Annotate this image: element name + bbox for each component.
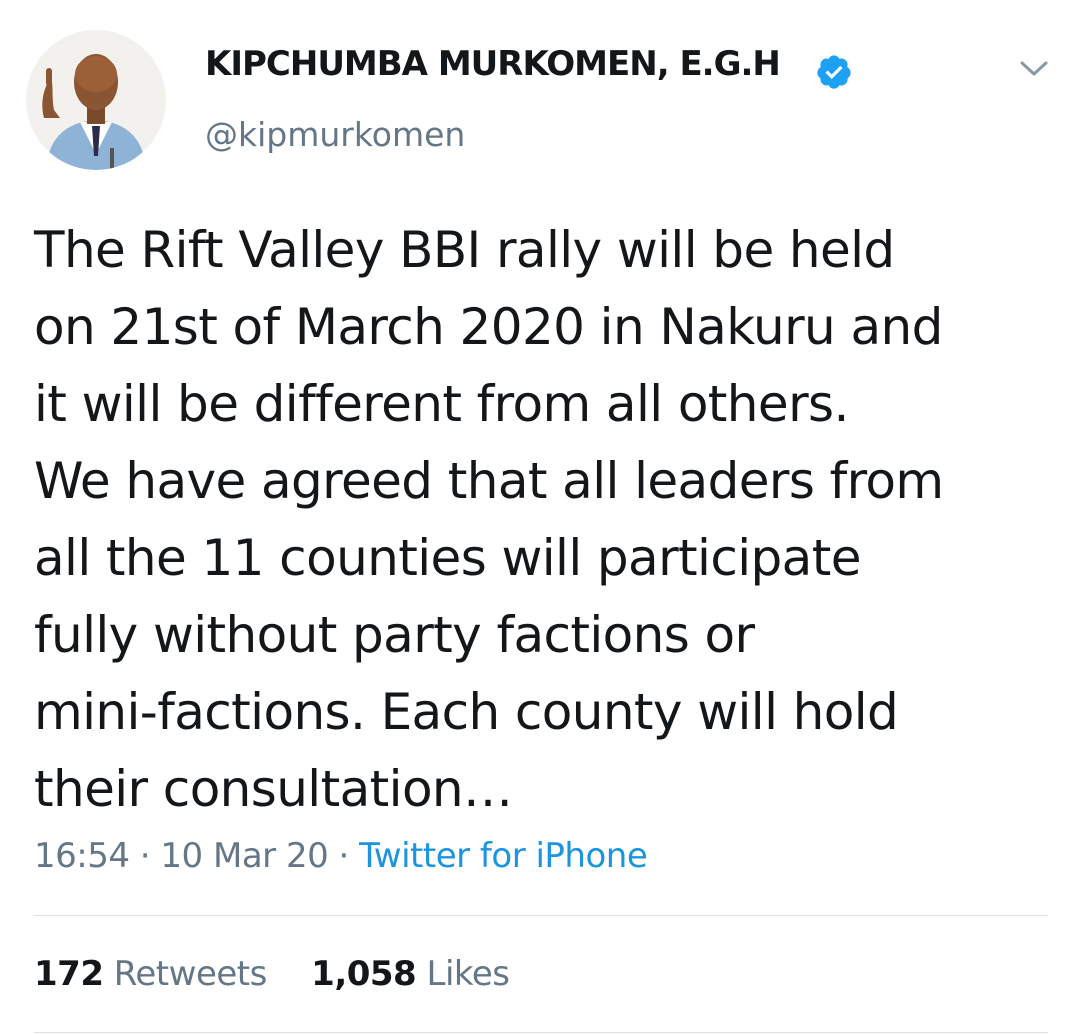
likes-count: 1,058	[311, 954, 417, 994]
tweet-date[interactable]: 10 Mar 20	[160, 836, 328, 876]
username-handle[interactable]: @kipmurkomen	[205, 115, 465, 154]
verified-badge-icon	[815, 53, 853, 91]
divider	[34, 915, 1048, 916]
tweet-stats: 172 Retweets 1,058 Likes	[34, 954, 510, 994]
display-name[interactable]: KIPCHUMBA MURKOMEN, E.G.H	[205, 44, 781, 84]
chevron-down-icon[interactable]	[1017, 54, 1051, 82]
likes-stat[interactable]: 1,058 Likes	[311, 954, 511, 994]
tweet-text: The Rift Valley BBI rally will be held o…	[34, 221, 944, 818]
retweets-stat[interactable]: 172 Retweets	[34, 954, 267, 994]
avatar[interactable]	[26, 30, 166, 170]
likes-label: Likes	[426, 954, 511, 994]
tweet-meta: 16:54 · 10 Mar 20 · Twitter for iPhone	[34, 836, 648, 876]
retweets-label: Retweets	[113, 954, 268, 994]
divider	[34, 1032, 1048, 1033]
retweets-count: 172	[34, 954, 104, 994]
meta-separator: ·	[139, 836, 151, 876]
tweet-time[interactable]: 16:54	[34, 836, 130, 876]
tweet-source-link[interactable]: Twitter for iPhone	[359, 836, 648, 876]
profile-photo	[26, 30, 166, 170]
meta-separator: ·	[338, 836, 350, 876]
